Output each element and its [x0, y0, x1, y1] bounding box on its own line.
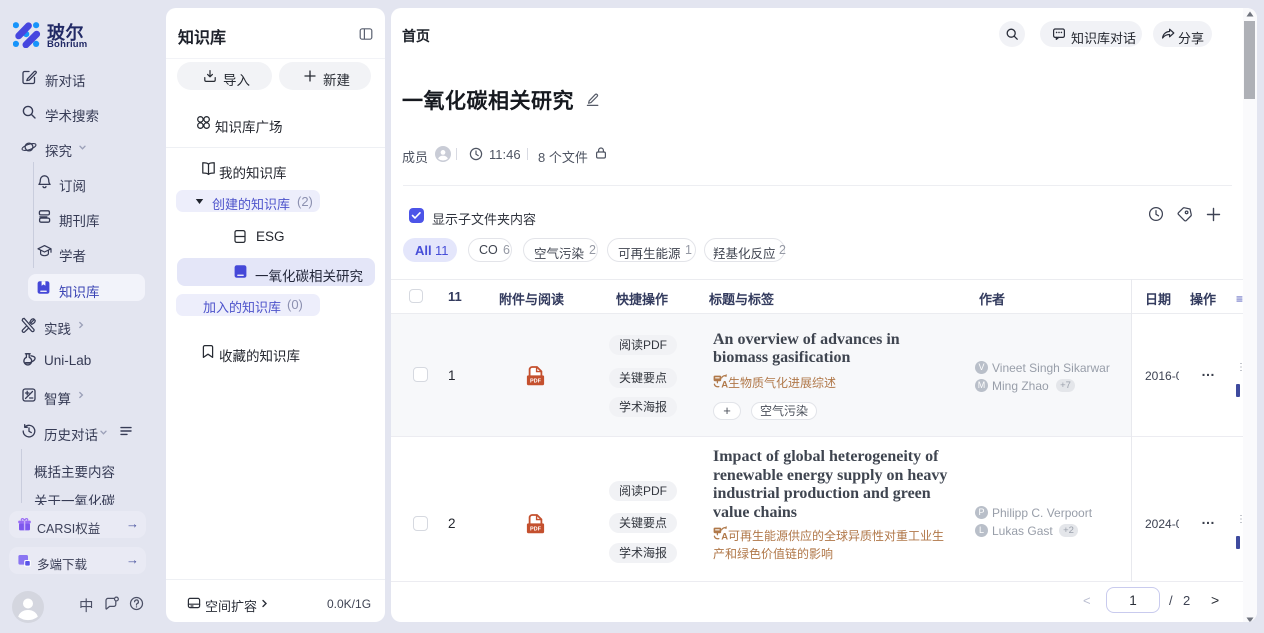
svg-text:A: A [721, 380, 728, 389]
svg-text:PDF: PDF [530, 379, 542, 385]
svg-text:PDF: PDF [530, 527, 542, 533]
svg-text:A: A [721, 532, 728, 541]
